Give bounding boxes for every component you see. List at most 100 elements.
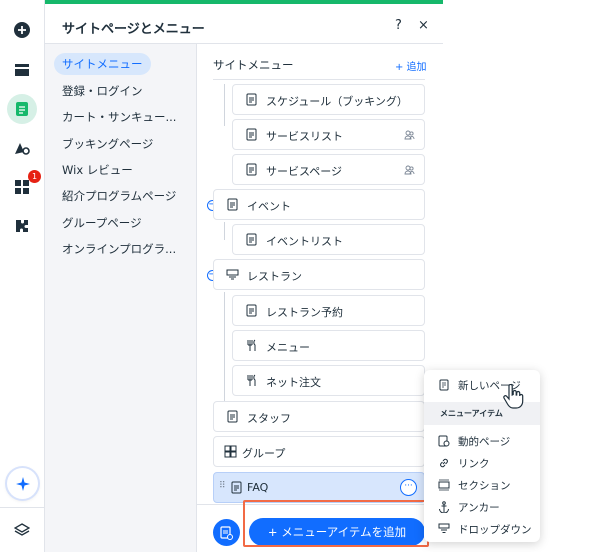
menu-row-label: メニュー (266, 341, 310, 354)
menu-item-link[interactable]: リンク (424, 452, 540, 474)
nav-item-bookings[interactable]: ブッキングページ (54, 133, 161, 155)
highlight-frame (243, 500, 429, 547)
menu-row-label: レストラン予約 (266, 306, 343, 319)
business-apps-button[interactable] (7, 211, 37, 241)
section-icon (438, 479, 450, 491)
menu-row-label: イベントリスト (266, 235, 343, 248)
drag-handle-icon[interactable]: ⠿ (219, 481, 226, 491)
page-icon (246, 304, 257, 317)
menu-row[interactable]: サービスリスト (232, 119, 425, 150)
menu-row[interactable]: イベント (213, 189, 425, 220)
layers-button[interactable] (7, 515, 37, 545)
menu-row[interactable]: イベントリスト (232, 224, 425, 255)
site-menu-content: サイトメニュー + 追加 スケジュール（ブッキング） サービスリスト サービスペ… (197, 44, 443, 552)
menu-item-label: リンク (458, 458, 490, 470)
menu-row[interactable]: ネット注文 (232, 365, 425, 396)
tree-line (224, 84, 225, 126)
menu-item-anchor[interactable]: アンカー (424, 496, 540, 518)
menu-row[interactable]: グループ (213, 436, 425, 467)
page-icon (231, 481, 242, 494)
menu-item-dynamic-page[interactable]: 動的ページ (424, 430, 540, 452)
nav-item-wix-reviews[interactable]: Wix レビュー (54, 159, 141, 181)
menu-row[interactable]: スタッフ (213, 401, 425, 432)
menu-row-label: スケジュール（ブッキング） (266, 95, 408, 108)
tool-rail: 1 (0, 0, 45, 552)
nav-item-referral[interactable]: 紹介プログラムページ (54, 185, 184, 207)
nav-item-groups[interactable]: グループページ (54, 212, 150, 234)
menu-row-label: イベント (247, 200, 291, 213)
add-elements-button[interactable] (7, 15, 37, 45)
site-menu-title: サイトメニュー (213, 58, 294, 72)
members-icon (404, 165, 415, 175)
sections-icon (15, 64, 29, 76)
menu-row-label: ネット注文 (266, 376, 321, 389)
page-icon (246, 128, 257, 141)
close-button[interactable]: × (418, 18, 429, 33)
nav-item-cart-thankyou[interactable]: カート・サンキュー... (54, 106, 184, 128)
panel-title: サイトページとメニュー (62, 21, 205, 36)
tree-line (224, 292, 225, 402)
pages-icon (16, 102, 28, 116)
dynamic-page-icon (438, 435, 450, 447)
ai-assistant-button[interactable] (7, 468, 38, 499)
section-label: メニューアイテム (440, 409, 503, 418)
puzzle-icon (16, 220, 28, 232)
sections-button[interactable] (7, 55, 37, 85)
add-page-button[interactable] (213, 519, 240, 546)
rail-divider (0, 507, 45, 508)
page-icon (227, 198, 238, 211)
menu-row[interactable]: サービスページ (232, 154, 425, 185)
more-actions-button[interactable]: ··· (400, 479, 417, 496)
page-icon (439, 379, 449, 391)
add-page-icon (220, 525, 233, 540)
menu-row-selected[interactable]: ⠿ FAQ ··· (213, 472, 425, 503)
page-icon (246, 93, 257, 106)
menu-item-label: セクション (458, 480, 511, 492)
add-link[interactable]: + 追加 (395, 58, 427, 73)
menu-row-label: FAQ (247, 481, 269, 494)
link-icon (440, 458, 448, 468)
page-icon (246, 163, 257, 176)
notification-badge: 1 (28, 170, 41, 183)
menu-row-label: グループ (242, 447, 286, 460)
menu-item-section[interactable]: セクション (424, 474, 540, 496)
help-button[interactable]: ? (395, 18, 402, 33)
fork-knife-icon (247, 339, 256, 351)
sparkle-icon (15, 476, 30, 491)
menu-row[interactable]: レストラン予約 (232, 295, 425, 326)
panel-nav: サイトメニュー 登録・ログイン カート・サンキュー... ブッキングページ Wi… (45, 44, 197, 552)
layers-icon (14, 523, 30, 536)
content-divider (213, 79, 425, 80)
design-icon (15, 143, 30, 155)
members-icon (404, 130, 415, 140)
menu-row[interactable]: スケジュール（ブッキング） (232, 84, 425, 115)
nav-item-signup-login[interactable]: 登録・ログイン (54, 80, 151, 102)
panel-header: サイトページとメニュー ? × (45, 8, 443, 44)
design-button[interactable] (7, 133, 37, 163)
menu-row-label: サービスページ (266, 165, 343, 178)
menu-item-dropdown[interactable]: ドロップダウン (424, 518, 540, 540)
page-icon (246, 233, 257, 246)
menu-row-label: サービスリスト (266, 130, 343, 143)
menu-item-label: アンカー (458, 502, 500, 514)
hand-cursor-icon (503, 384, 524, 409)
apps-grid-icon (15, 180, 29, 194)
menu-row[interactable]: メニュー (232, 330, 425, 361)
menu-row-label: スタッフ (247, 412, 291, 425)
menu-item-label: 動的ページ (458, 436, 511, 448)
plus-circle-icon (14, 22, 30, 38)
tree-line (224, 222, 225, 240)
site-pages-panel: サイトページとメニュー ? × サイトメニュー 登録・ログイン カート・サンキュ… (45, 0, 443, 552)
menu-row[interactable]: レストラン (213, 259, 425, 290)
menu-row-label: レストラン (247, 270, 302, 283)
pages-menu-button[interactable] (7, 94, 37, 124)
page-icon (227, 410, 238, 423)
nav-item-site-menu[interactable]: サイトメニュー (54, 53, 151, 75)
dropdown-icon (226, 269, 239, 280)
menu-item-label: ドロップダウン (458, 524, 532, 536)
fork-knife-icon (247, 374, 256, 386)
anchor-icon (439, 501, 449, 513)
groups-icon (224, 445, 237, 458)
dropdown-icon (438, 523, 450, 533)
nav-item-online-programs[interactable]: オンラインプログラ... (54, 238, 184, 260)
